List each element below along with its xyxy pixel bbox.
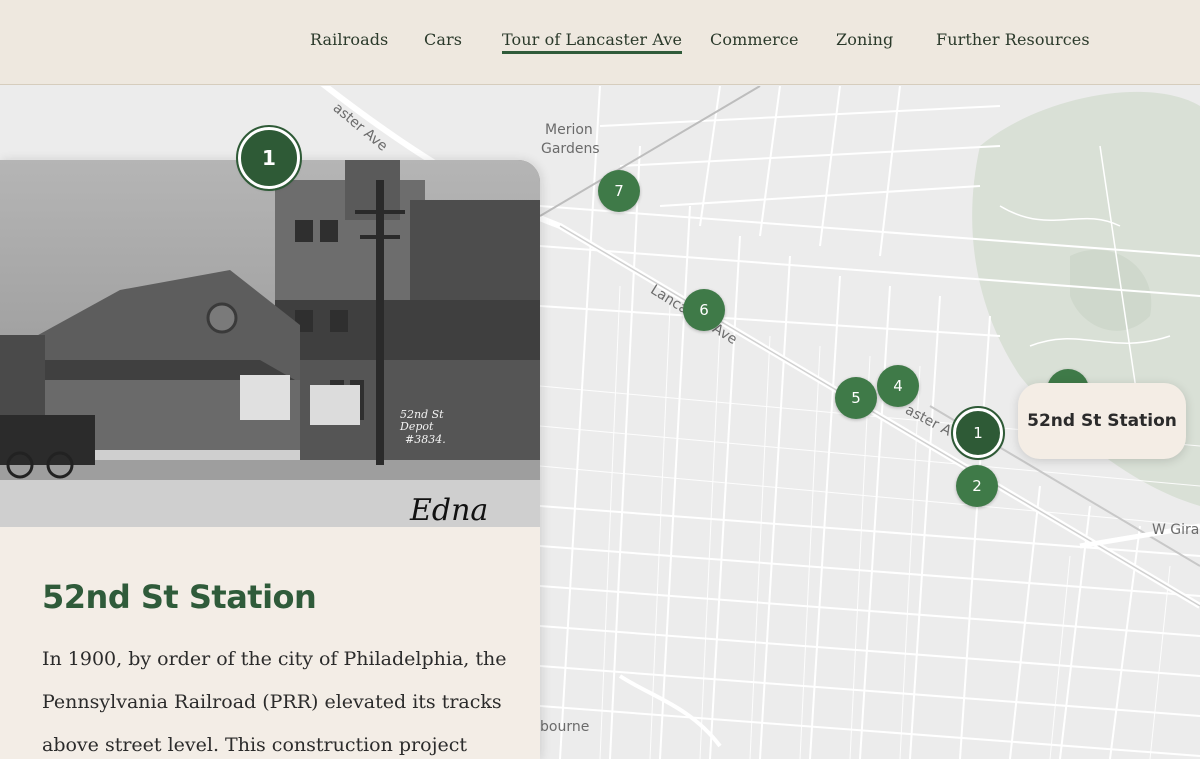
nav-cars[interactable]: Cars [424,30,462,49]
photo-signature: Edna [409,493,488,527]
map-marker-2[interactable]: 2 [956,465,998,507]
map-label-w-girard: W Gira [1152,522,1200,538]
map-marker-7[interactable]: 7 [598,170,640,212]
nav-tour-lancaster-ave[interactable]: Tour of Lancaster Ave [502,30,683,54]
map-label-gardens: Gardens [541,141,600,157]
site-header: Railroads Cars Tour of Lancaster Ave Com… [0,0,1200,85]
map-marker-5[interactable]: 5 [835,377,877,419]
main-nav: Railroads Cars Tour of Lancaster Ave Com… [0,30,1200,60]
station-photo: 52nd St Depot #3834. Edna [0,160,540,528]
station-card: 52nd St Depot #3834. Edna 52nd St Statio… [0,160,540,759]
map-label-merion: Merion [545,122,593,138]
nav-railroads[interactable]: Railroads [310,30,388,49]
map-marker-1-selected[interactable]: 1 [951,406,1005,460]
map-label-overbrook: bourne [540,719,590,735]
card-body-text: In 1900, by order of the city of Philade… [42,648,507,756]
map-marker-4[interactable]: 4 [877,365,919,407]
nav-commerce[interactable]: Commerce [710,30,799,49]
card-marker-1[interactable]: 1 [236,125,302,191]
photo-caption-line2: Depot [399,420,434,433]
card-title: 52nd St Station [42,578,317,616]
map-marker-6[interactable]: 6 [683,289,725,331]
nav-further-resources[interactable]: Further Resources [936,30,1090,49]
nav-zoning[interactable]: Zoning [836,30,893,49]
photo-caption-line3: #3834. [405,433,446,446]
station-tooltip: 52nd St Station [1018,383,1186,459]
